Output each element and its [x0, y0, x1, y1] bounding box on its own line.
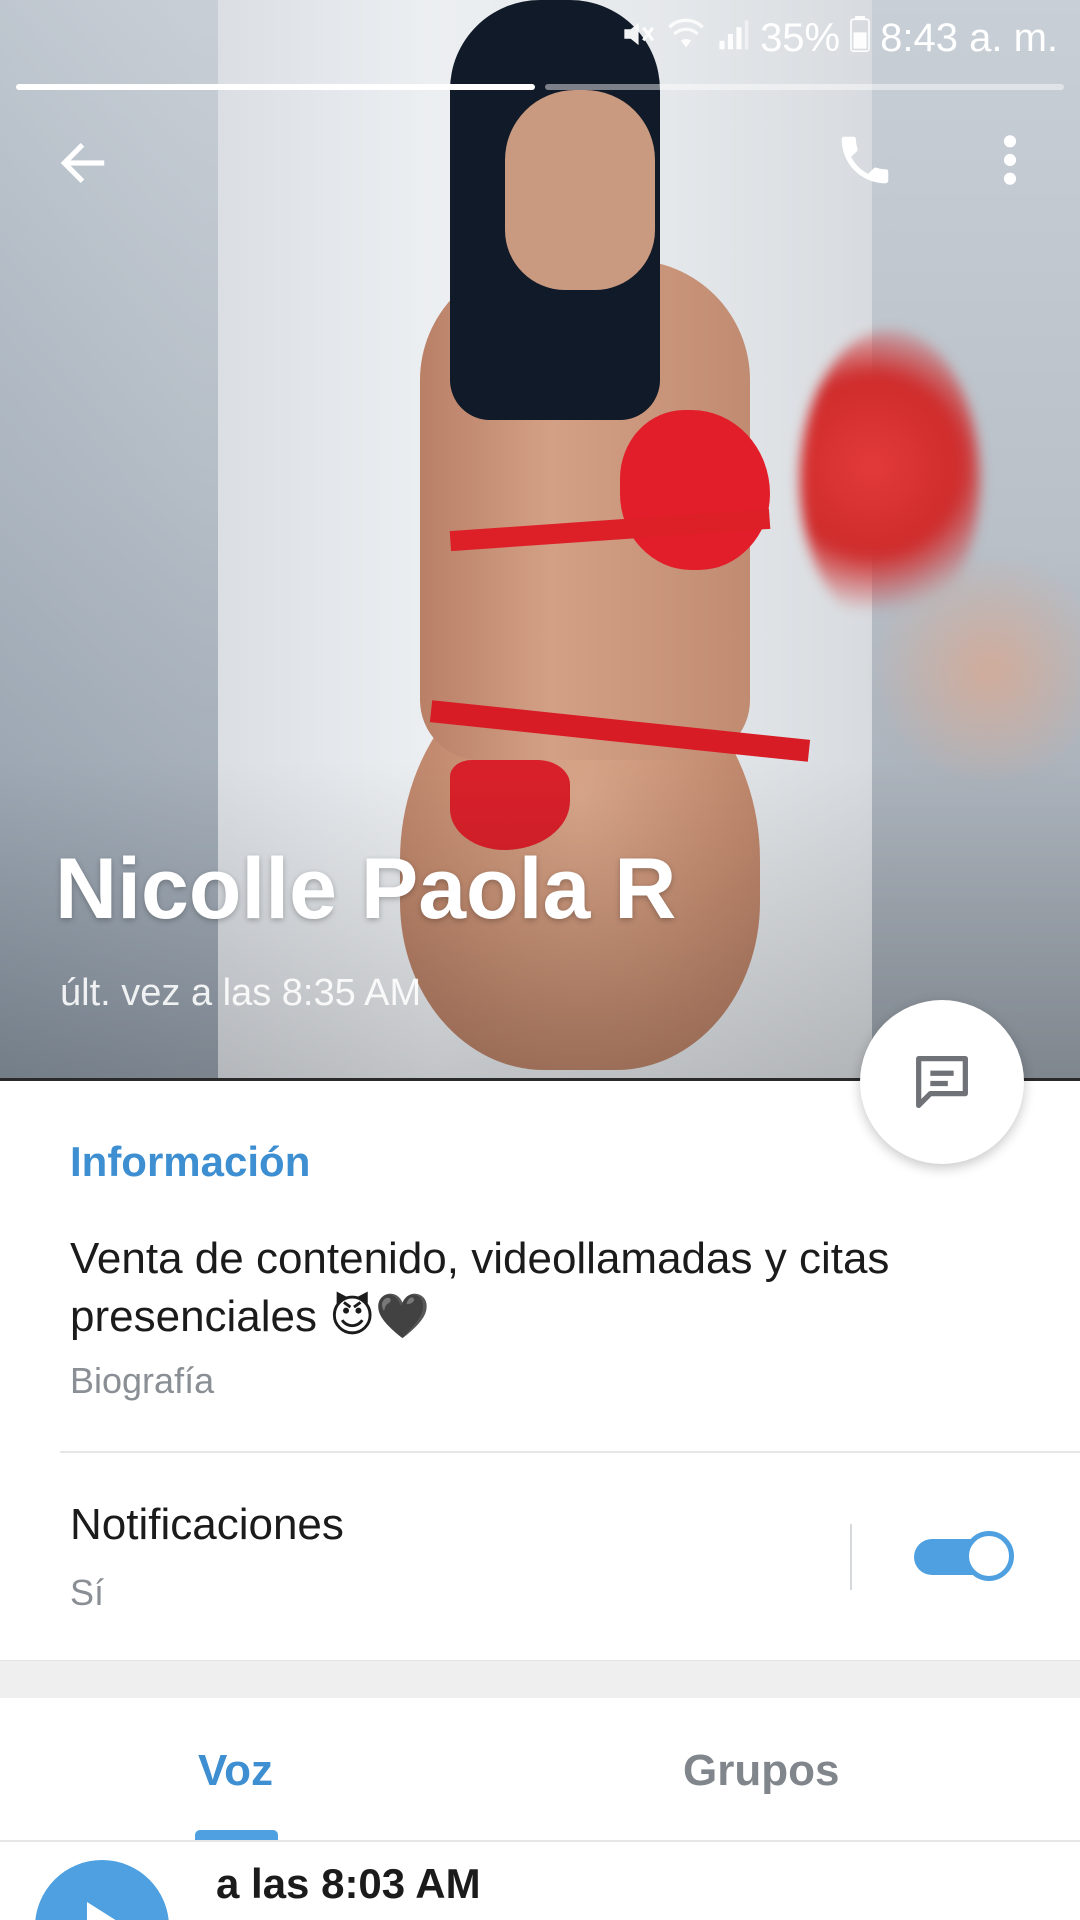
more-options-button[interactable]: [980, 115, 1040, 205]
bio-emojis: 😈🖤: [329, 1291, 430, 1342]
active-tab-indicator: [195, 1830, 278, 1840]
bio-text[interactable]: Venta de contenido, videollamadas y cita…: [70, 1230, 1030, 1346]
tab-grupos[interactable]: Grupos: [683, 1746, 839, 1796]
phone-icon: [841, 136, 889, 184]
voice-message-time: a las 8:03 AM: [216, 1860, 481, 1907]
section-separator: [0, 1660, 1080, 1700]
arrow-left-icon: [60, 143, 105, 183]
progress-segment: [16, 84, 535, 90]
info-section-title: Información: [70, 1138, 311, 1185]
call-button[interactable]: [820, 115, 910, 205]
battery-percent: 35%: [760, 15, 841, 60]
wifi-icon: [666, 16, 706, 61]
bio-text-content: Venta de contenido, videollamadas y cita…: [70, 1234, 890, 1341]
clock: 8:43 a. m.: [880, 15, 1058, 60]
tab-voz[interactable]: Voz: [198, 1746, 273, 1796]
divider: [60, 1451, 1080, 1453]
list-item[interactable]: a las 8:03 AM: [0, 1842, 1080, 1920]
notifications-value: Sí: [70, 1572, 105, 1613]
notifications-title[interactable]: Notificaciones: [70, 1500, 344, 1550]
progress-segment: [545, 84, 1064, 90]
notifications-toggle[interactable]: [914, 1529, 1016, 1585]
battery-icon: [850, 15, 870, 61]
more-vertical-icon: [1003, 135, 1017, 185]
play-icon: [87, 1902, 116, 1920]
signal-icon: [716, 17, 750, 60]
status-bar: 35% 8:43 a. m.: [618, 8, 1058, 68]
back-button[interactable]: [40, 120, 126, 206]
profile-name: Nicolle Paola R: [55, 841, 677, 937]
divider: [850, 1524, 852, 1590]
send-message-button[interactable]: [860, 1000, 1024, 1164]
photo-progress: [16, 84, 1064, 90]
bio-label: Biografía: [70, 1360, 215, 1401]
last-seen-status: últ. vez a las 8:35 AM: [60, 972, 422, 1014]
message-icon: [916, 1056, 968, 1108]
media-tabs: Voz Grupos: [0, 1698, 1080, 1842]
play-button[interactable]: [35, 1860, 169, 1920]
mute-icon: [618, 15, 656, 62]
